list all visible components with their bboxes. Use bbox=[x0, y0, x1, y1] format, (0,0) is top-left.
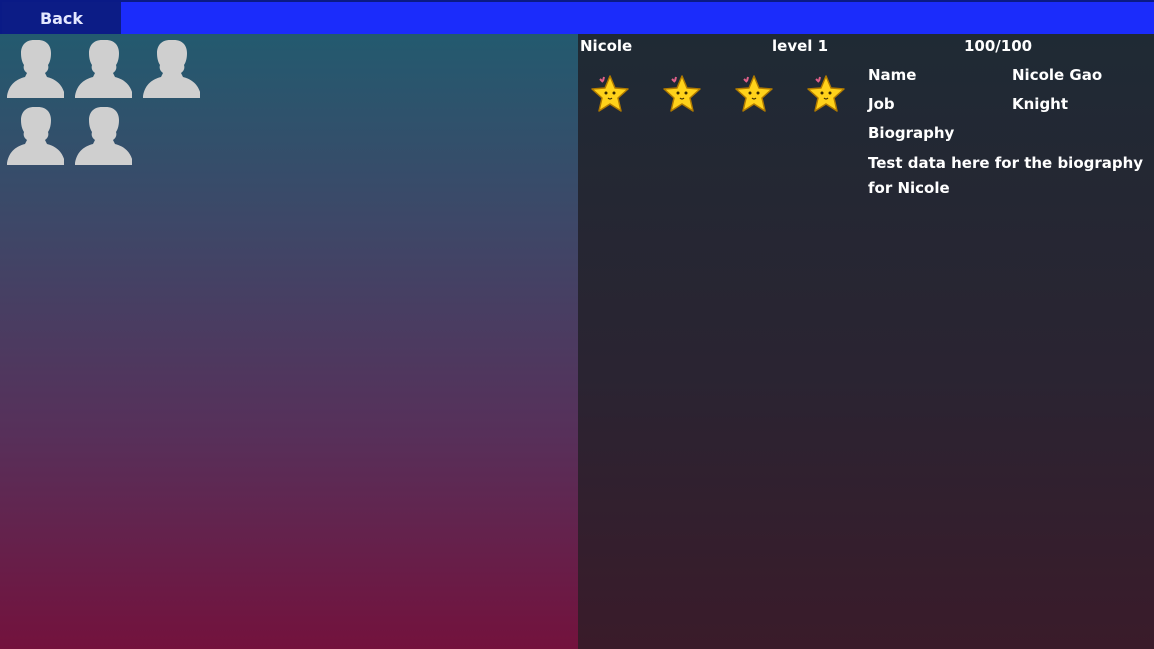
top-bar: Back bbox=[0, 0, 1154, 34]
game-screen: Back Nicole level 1 100/100 Name Nicole … bbox=[0, 0, 1154, 649]
avatar-grid bbox=[4, 38, 200, 165]
job-value: Knight bbox=[1012, 95, 1069, 113]
avatar[interactable] bbox=[72, 38, 132, 98]
avatar[interactable] bbox=[4, 38, 64, 98]
job-label: Job bbox=[868, 95, 895, 113]
biography-text: Test data here for the biography for Nic… bbox=[868, 154, 1144, 197]
top-bar-fill bbox=[121, 2, 1154, 34]
avatar[interactable] bbox=[140, 38, 200, 98]
star-icon bbox=[659, 71, 705, 117]
person-silhouette-icon bbox=[7, 107, 64, 165]
person-silhouette-icon bbox=[75, 40, 132, 98]
character-detail-panel: Nicole level 1 100/100 Name Nicole Gao J… bbox=[578, 34, 1154, 649]
character-short-name: Nicole bbox=[580, 37, 633, 55]
person-silhouette-icon bbox=[75, 107, 132, 165]
avatar[interactable] bbox=[4, 105, 64, 165]
star-icon bbox=[587, 71, 633, 117]
character-level: level 1 bbox=[772, 37, 829, 55]
avatar[interactable] bbox=[72, 105, 132, 165]
name-value: Nicole Gao bbox=[1012, 66, 1103, 84]
name-label: Name bbox=[868, 66, 917, 84]
character-roster-panel bbox=[0, 34, 578, 649]
biography-label: Biography bbox=[868, 124, 955, 142]
person-silhouette-icon bbox=[143, 40, 200, 98]
star-icon bbox=[803, 71, 849, 117]
star-icon bbox=[731, 71, 777, 117]
character-hp: 100/100 bbox=[964, 37, 1033, 55]
person-silhouette-icon bbox=[7, 40, 64, 98]
back-button[interactable]: Back bbox=[2, 2, 121, 34]
